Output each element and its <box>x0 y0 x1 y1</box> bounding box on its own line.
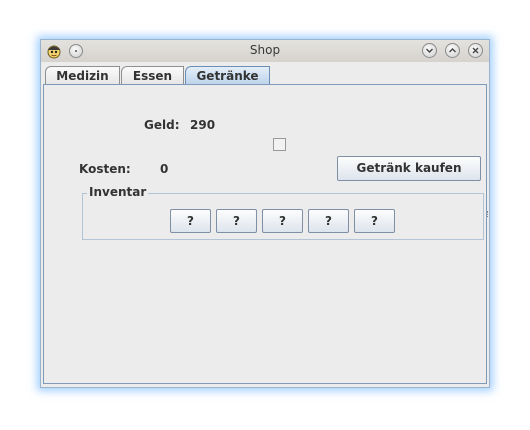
cost-label: Kosten: <box>79 162 131 176</box>
inventory-slot-1[interactable]: ? <box>170 209 211 233</box>
buy-drink-button[interactable]: Getränk kaufen <box>337 156 481 181</box>
inventory-legend: Inventar <box>87 185 149 199</box>
tab-panel-getraenke: Geld: 290 Kosten: 0 Getränk kaufen Inven… <box>43 84 487 384</box>
money-value: 290 <box>190 118 216 132</box>
minimize-button[interactable] <box>422 43 437 58</box>
chevron-down-icon <box>426 48 433 53</box>
tab-medizin[interactable]: Medizin <box>45 66 120 84</box>
close-icon <box>472 47 479 54</box>
inventory-group: Inventar ? ? ? ? ? <box>82 185 484 240</box>
money-label: Geld: <box>144 118 180 132</box>
tab-getraenke[interactable]: Getränke <box>185 66 270 85</box>
inventory-slot-2[interactable]: ? <box>216 209 257 233</box>
close-button[interactable] <box>468 43 483 58</box>
resize-grip[interactable] <box>487 211 490 217</box>
maximize-button[interactable] <box>445 43 460 58</box>
inventory-slot-5[interactable]: ? <box>354 209 395 233</box>
option-checkbox[interactable] <box>273 138 286 151</box>
inventory-slot-3[interactable]: ? <box>262 209 303 233</box>
cost-value: 0 <box>160 162 169 176</box>
shop-window: Shop Medizin Essen Getränke Geld: 290 Ko… <box>40 39 490 388</box>
chevron-up-icon <box>449 48 456 53</box>
tab-essen[interactable]: Essen <box>121 66 184 84</box>
title-bar[interactable]: Shop <box>41 40 489 62</box>
inventory-slot-4[interactable]: ? <box>308 209 349 233</box>
